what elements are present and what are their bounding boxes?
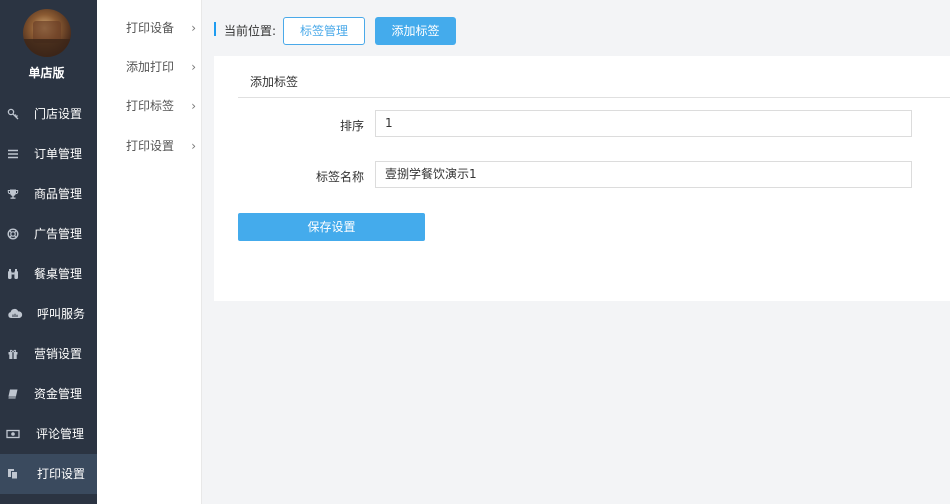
chevron-right-icon: › [191, 99, 196, 113]
breadcrumb: 当前位置: 标签管理 添加标签 [214, 16, 950, 46]
sidebar-item-print-settings[interactable]: 打印设置 [0, 454, 97, 494]
copy-icon [6, 467, 20, 481]
sidebar-item-ads[interactable]: 广告管理 [0, 214, 97, 254]
sidebar-item-label: 门店设置 [34, 107, 83, 121]
sidebar-item-products[interactable]: 商品管理 [0, 174, 97, 214]
store-avatar [23, 9, 71, 57]
subnav-item-print-settings[interactable]: 打印设置 › [126, 136, 196, 156]
add-tag-panel: 添加标签 排序 1 标签名称 壹捌学餐饮演示1 保存设置 [214, 56, 950, 301]
main-sidebar: 单店版 门店设置 订单管理 商品管理 广告管理 餐桌管理 呼叫服务 营销设置 资… [0, 0, 97, 504]
sidebar-item-tables[interactable]: 餐桌管理 [0, 254, 97, 294]
subnav-item-label: 打印设备 [126, 21, 175, 35]
sidebar-gap [97, 0, 114, 504]
sidebar-item-store-settings[interactable]: 门店设置 [0, 94, 97, 134]
sidebar-item-call-service[interactable]: 呼叫服务 [0, 294, 97, 334]
sidebar-item-label: 商品管理 [34, 187, 83, 201]
subnav-item-label: 打印设置 [126, 139, 175, 153]
sort-label: 排序 [339, 119, 364, 133]
brand-name: 单店版 [28, 66, 65, 80]
chevron-right-icon: › [191, 139, 196, 153]
tag-name-input[interactable]: 壹捌学餐饮演示1 [375, 161, 912, 188]
lifebuoy-icon [6, 227, 20, 241]
subnav-item-print-labels[interactable]: 打印标签 › [126, 96, 196, 116]
money-icon [6, 427, 20, 441]
panel-divider [238, 97, 950, 98]
sidebar-item-marketing[interactable]: 营销设置 [0, 334, 97, 374]
sidebar-item-funds[interactable]: 资金管理 [0, 374, 97, 414]
sidebar-item-label: 营销设置 [34, 347, 83, 361]
gift-icon [6, 347, 20, 361]
brand: 单店版 [0, 0, 97, 96]
sidebar-item-label: 打印设置 [37, 467, 86, 481]
tag-name-label: 标签名称 [315, 170, 364, 184]
sidebar-item-label: 广告管理 [34, 227, 83, 241]
key-icon [6, 107, 20, 121]
subnav-item-label: 添加打印 [126, 60, 175, 74]
sidebar-item-reviews[interactable]: 评论管理 [0, 414, 97, 454]
breadcrumb-marker [214, 22, 216, 36]
subnav-item-add-printer[interactable]: 添加打印 › [126, 57, 196, 77]
trophy-icon [6, 187, 20, 201]
binoculars-icon [6, 267, 20, 281]
sidebar-item-label: 呼叫服务 [37, 307, 86, 321]
cloud-icon [6, 307, 24, 321]
breadcrumb-label: 当前位置: [224, 24, 277, 38]
tag-management-button[interactable]: 标签管理 [283, 17, 365, 45]
sidebar-item-orders[interactable]: 订单管理 [0, 134, 97, 174]
chevron-right-icon: › [191, 60, 196, 74]
book-icon [6, 387, 20, 401]
sidebar-item-label: 餐桌管理 [34, 267, 83, 281]
chevron-right-icon: › [191, 21, 196, 35]
sidebar-item-label: 评论管理 [36, 427, 85, 441]
add-tag-button[interactable]: 添加标签 [375, 17, 456, 45]
list-icon [6, 147, 20, 161]
subnav-item-print-devices[interactable]: 打印设备 › [126, 18, 196, 38]
sidebar-item-label: 订单管理 [34, 147, 83, 161]
save-settings-button[interactable]: 保存设置 [238, 213, 425, 241]
subnav-item-label: 打印标签 [126, 99, 175, 113]
panel-title: 添加标签 [250, 75, 299, 89]
sidebar-item-label: 资金管理 [34, 387, 83, 401]
sub-sidebar: 打印设备 › 添加打印 › 打印标签 › 打印设置 › [114, 0, 202, 504]
sort-input[interactable]: 1 [375, 110, 912, 137]
